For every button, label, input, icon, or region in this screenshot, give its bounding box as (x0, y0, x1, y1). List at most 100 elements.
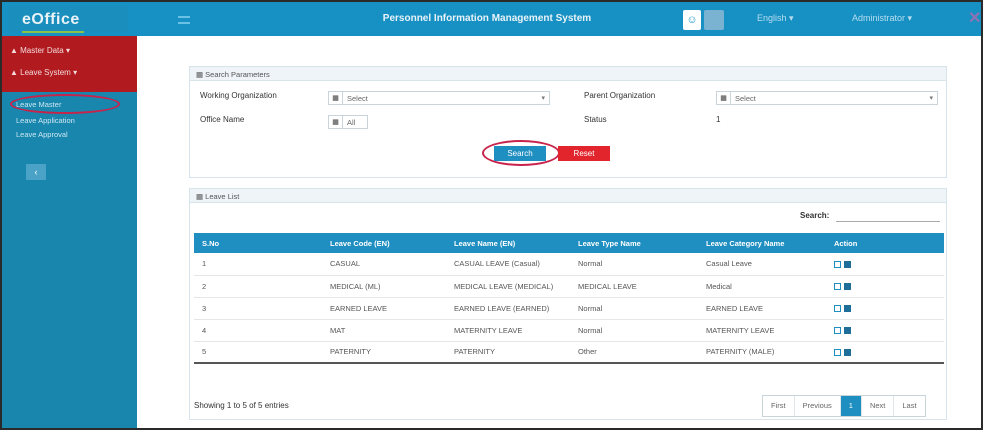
edit-icon[interactable] (834, 327, 841, 335)
profile-dropdown[interactable]: Administrator ▾ (852, 13, 912, 24)
sidebar-item-leave-approval[interactable]: Leave Approval (16, 130, 68, 139)
logo-text: eOffice (22, 11, 80, 28)
language-dropdown[interactable]: English ▾ (757, 13, 794, 24)
parent-org-label: Parent Organization (584, 91, 656, 100)
action-cell (826, 297, 944, 320)
list-icon: ▦ (717, 92, 731, 104)
top-navbar: eOffice Personnel Information Management… (2, 2, 981, 36)
user-icon[interactable]: ☺ (683, 10, 701, 30)
table-cell: Casual Leave (698, 253, 826, 276)
delete-icon[interactable] (844, 260, 851, 268)
table-header-row: S.No Leave Code (EN) Leave Name (EN) Lea… (194, 233, 944, 253)
delete-icon[interactable] (844, 327, 851, 335)
edit-icon[interactable] (834, 260, 841, 268)
table-cell: 3 (194, 297, 322, 320)
results-panel-header: ▦ Leave List (190, 189, 946, 203)
working-org-value: Select (347, 94, 368, 103)
table-search-input[interactable] (836, 221, 940, 222)
column-header[interactable]: Leave Type Name (570, 233, 698, 253)
search-button[interactable]: Search (494, 146, 546, 161)
leave-table: S.No Leave Code (EN) Leave Name (EN) Lea… (194, 233, 944, 364)
table-cell: CASUAL (322, 253, 446, 276)
logo-underline (22, 31, 84, 33)
sidebar-item-leave-master[interactable]: Leave Master (16, 100, 61, 109)
table-info: Showing 1 to 5 of 5 entries (194, 401, 289, 410)
column-header[interactable]: Leave Name (EN) (446, 233, 570, 253)
sidebar-item-leave-application[interactable]: Leave Application (16, 116, 75, 125)
table-cell: MEDICAL LEAVE (MEDICAL) (446, 275, 570, 298)
table-cell: 1 (194, 253, 322, 276)
table-cell: MATERNITY LEAVE (446, 319, 570, 342)
pager-previous[interactable]: Previous (795, 396, 841, 416)
edit-icon[interactable] (834, 348, 841, 356)
delete-icon[interactable] (844, 348, 851, 356)
sidebar-item-leave-system[interactable]: ▲ Leave System ▾ (10, 68, 77, 77)
search-panel-header: ▦ Search Parameters (190, 67, 946, 81)
table-cell: PATERNITY (322, 341, 446, 364)
main-content: ▦ Search Parameters Working Organization… (137, 36, 981, 428)
status-value: 1 (716, 115, 721, 124)
table-cell: MAT (322, 319, 446, 342)
action-cell (826, 319, 944, 342)
pager-page-1[interactable]: 1 (840, 396, 862, 416)
pagination: First Previous 1 Next Last (762, 395, 926, 417)
results-panel: ▦ Leave List Search: S.No Leave Code (EN… (189, 188, 947, 420)
table-cell: EARNED LEAVE (EARNED) (446, 297, 570, 320)
table-cell: 4 (194, 319, 322, 342)
parent-org-select[interactable]: ▦ Select ▾ (716, 91, 938, 105)
page-title: Personnel Information Management System (382, 13, 592, 24)
edit-icon[interactable] (834, 283, 841, 291)
reset-button[interactable]: Reset (558, 146, 610, 161)
notification-icon[interactable] (704, 10, 724, 30)
delete-icon[interactable] (844, 305, 851, 313)
office-name-select[interactable]: ▦ All (328, 115, 368, 129)
column-header[interactable]: Action (826, 233, 944, 253)
parent-org-value: Select (735, 94, 756, 103)
office-name-value: All (347, 118, 356, 127)
working-org-label: Working Organization (200, 91, 277, 100)
table-row: 1 CASUAL CASUAL LEAVE (Casual) Normal Ca… (194, 253, 944, 276)
action-cell (826, 341, 944, 364)
table-search-label: Search: (800, 211, 830, 220)
table-cell: EARNED LEAVE (698, 297, 826, 320)
search-panel-title: Search Parameters (205, 70, 270, 79)
sidebar-item-master-data[interactable]: ▲ Master Data ▾ (10, 46, 70, 55)
sidebar-group-label: Master Data (20, 46, 64, 55)
menu-toggle-icon[interactable] (178, 16, 190, 24)
table-cell: CASUAL LEAVE (Casual) (446, 253, 570, 276)
pager-last[interactable]: Last (894, 396, 924, 416)
results-panel-title: Leave List (205, 192, 240, 201)
column-header[interactable]: S.No (194, 233, 322, 253)
sidebar-collapse-button[interactable]: ‹ (26, 164, 46, 180)
pager-next[interactable]: Next (862, 396, 895, 416)
sidebar: ▲ Master Data ▾ ▲ Leave System ▾ Leave M… (2, 36, 137, 428)
table-cell: MEDICAL LEAVE (570, 275, 698, 298)
table-cell: PATERNITY (MALE) (698, 341, 826, 364)
pager-first[interactable]: First (763, 396, 795, 416)
edit-icon[interactable] (834, 305, 841, 313)
table-row: 3 EARNED LEAVE EARNED LEAVE (EARNED) Nor… (194, 297, 944, 320)
close-icon[interactable]: ✕ (968, 8, 981, 28)
action-cell (826, 275, 944, 298)
sidebar-active-group (2, 36, 137, 92)
column-header[interactable]: Leave Code (EN) (322, 233, 446, 253)
column-header[interactable]: Leave Category Name (698, 233, 826, 253)
search-panel: ▦ Search Parameters Working Organization… (189, 66, 947, 178)
table-cell: 5 (194, 341, 322, 364)
table-row: 5 PATERNITY PATERNITY Other PATERNITY (M… (194, 341, 944, 364)
table-cell: EARNED LEAVE (322, 297, 446, 320)
table-row: 2 MEDICAL (ML) MEDICAL LEAVE (MEDICAL) M… (194, 275, 944, 298)
sidebar-group-label: Leave System (20, 68, 71, 77)
working-org-select[interactable]: ▦ Select ▾ (328, 91, 550, 105)
list-icon: ▦ (329, 92, 343, 104)
table-row: 4 MAT MATERNITY LEAVE Normal MATERNITY L… (194, 319, 944, 342)
app-logo[interactable]: eOffice (8, 6, 128, 33)
table-cell: MEDICAL (ML) (322, 275, 446, 298)
delete-icon[interactable] (844, 283, 851, 291)
action-cell (826, 253, 944, 276)
table-cell: Normal (570, 253, 698, 276)
table-cell: 2 (194, 275, 322, 298)
table-cell: Other (570, 341, 698, 364)
profile-label: Administrator (852, 13, 906, 23)
chevron-down-icon: ▾ (929, 95, 933, 102)
